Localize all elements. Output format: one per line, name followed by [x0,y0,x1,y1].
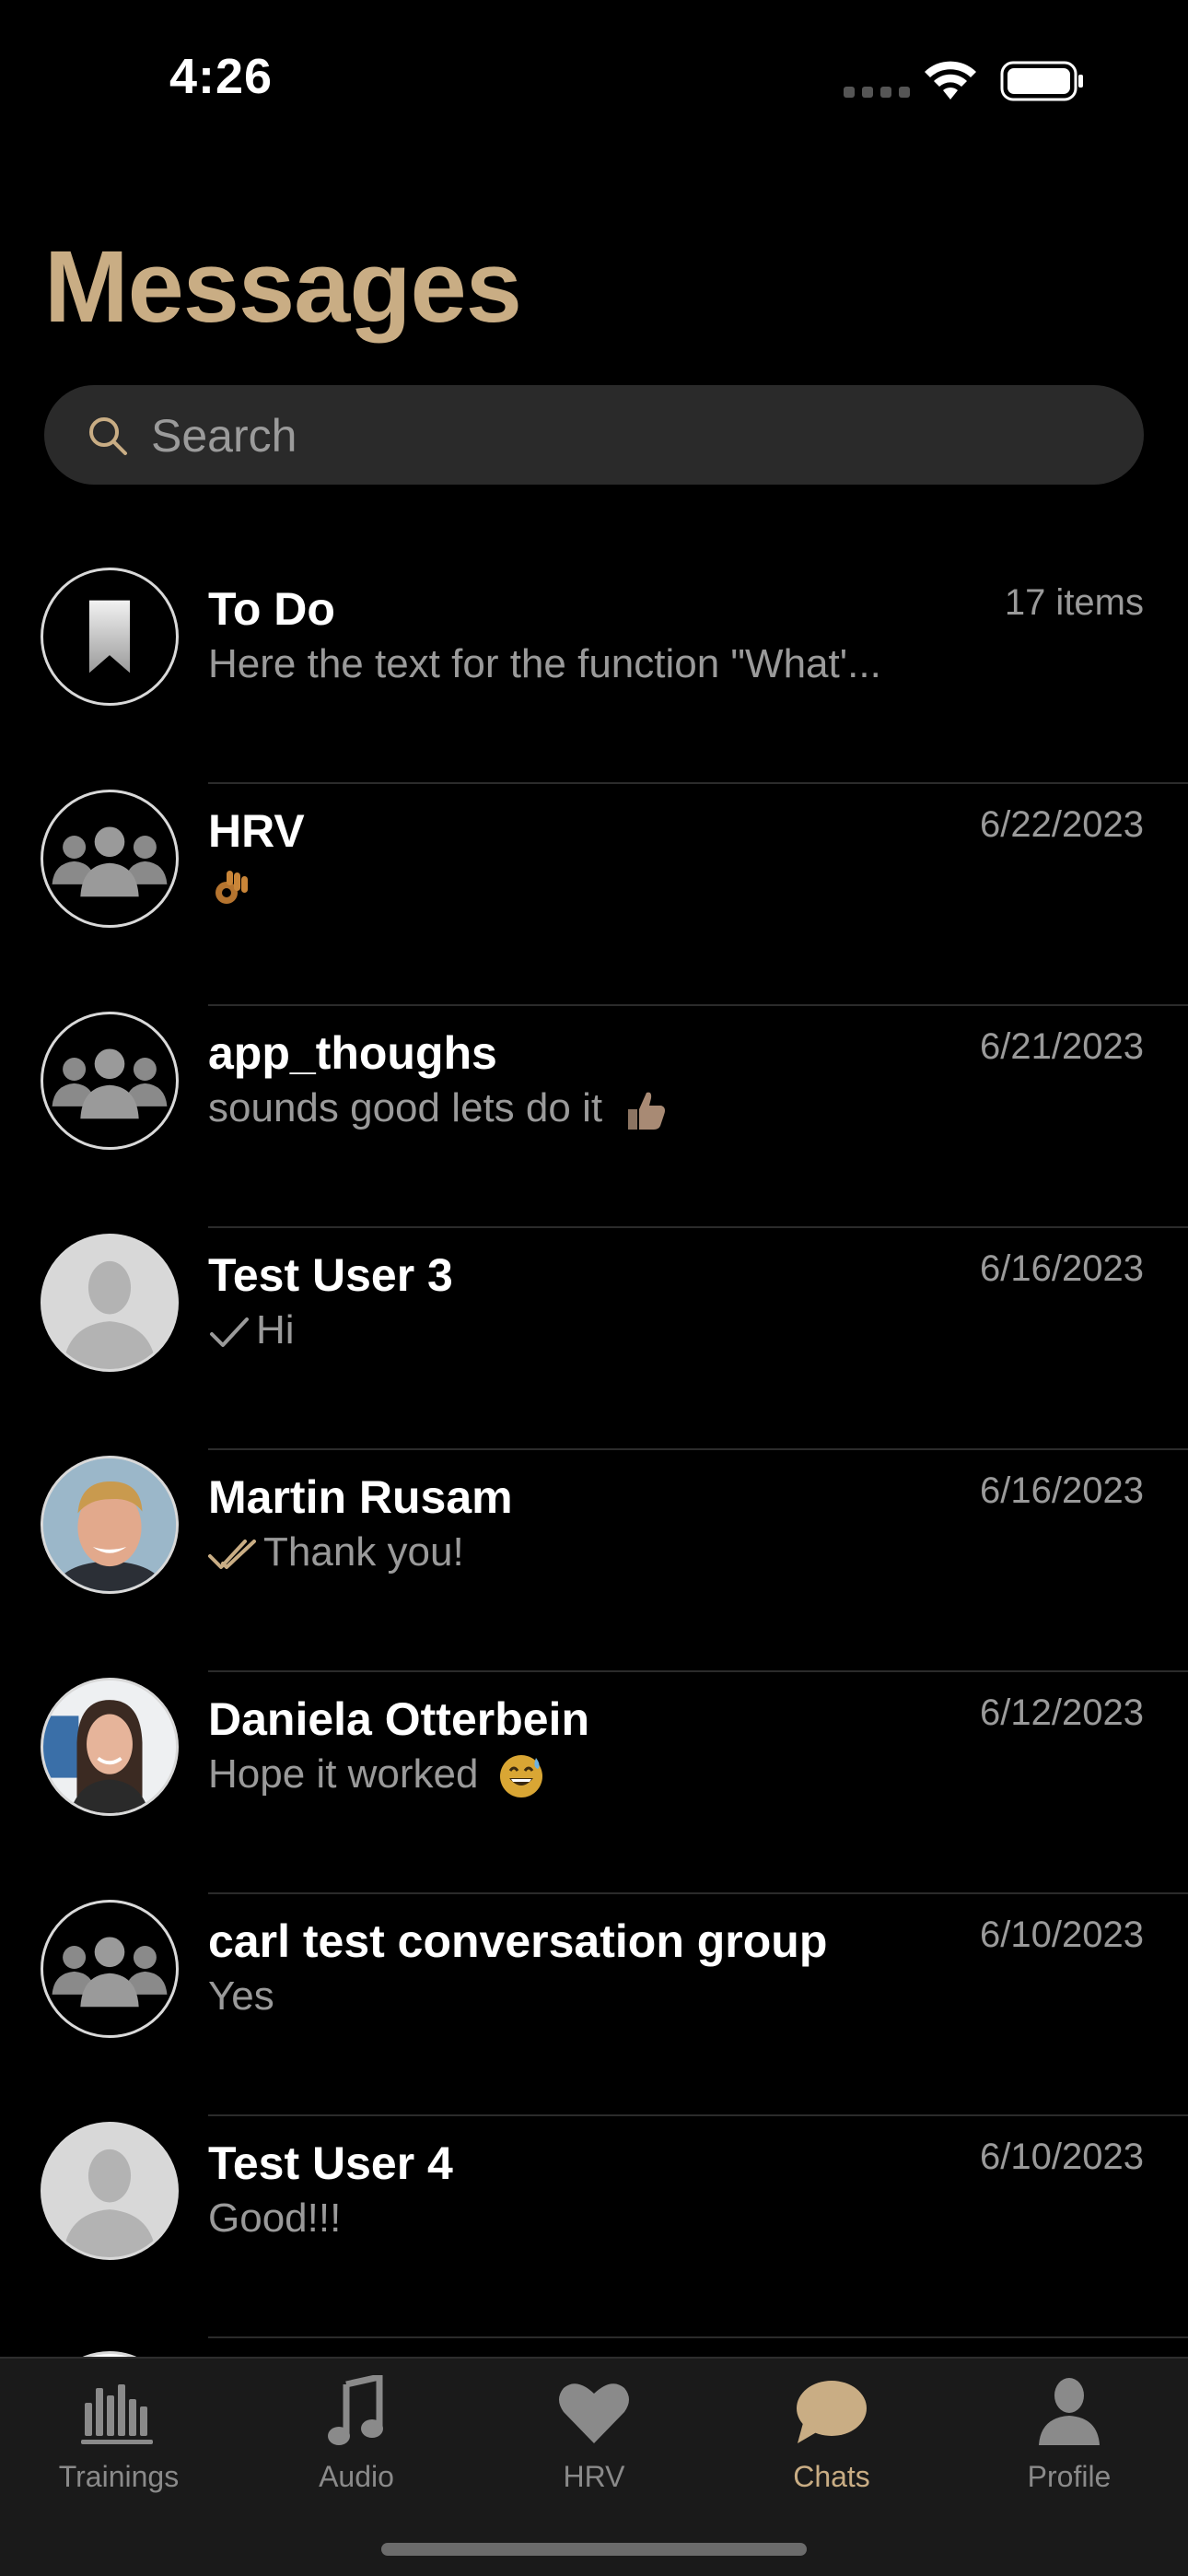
read-double-check-icon [208,1540,256,1570]
chat-row-hrv[interactable]: HRV 6/22/2023 [0,784,1188,1006]
chat-name: app_thoughs [208,1027,497,1079]
search-icon [89,417,127,455]
chat-name: HRV [208,805,305,857]
chat-preview: Hi [208,1307,295,1353]
status-bar: 4:26 [0,0,1188,157]
chat-row-to-do[interactable]: To Do Here the text for the function "Wh… [0,562,1188,784]
bookmark-icon [41,568,179,706]
chat-name: Test User 3 [208,1249,453,1301]
tab-label: Profile [1027,2460,1112,2493]
chat-preview-text: sounds good lets do it [208,1085,603,1130]
chat-name: Martin Rusam [208,1471,513,1523]
chat-row-app-thoughs[interactable]: app_thoughs sounds good lets do it 6/21/… [0,1006,1188,1228]
group-icon [41,1900,179,2038]
tab-audio[interactable]: Audio [238,2375,475,2513]
chat-name: carl test conversation group [208,1915,828,1967]
chat-date: 6/16/2023 [980,1248,1144,1289]
tab-trainings[interactable]: Trainings [0,2375,238,2513]
chat-row-daniela-otterbein[interactable]: Daniela Otterbein Hope it worked 6/12/20… [0,1672,1188,1894]
chat-date: 6/22/2023 [980,804,1144,845]
ok-hand-emoji [215,871,248,905]
avatar [41,1456,179,1594]
tab-label: Chats [793,2460,870,2493]
group-icon [41,1012,179,1150]
tab-label: HRV [563,2460,625,2493]
tab-profile[interactable]: Profile [950,2375,1188,2513]
thumbs-up-emoji [628,1092,666,1130]
tab-chats[interactable]: Chats [713,2375,950,2513]
chat-preview: Hope it worked [208,1751,545,1800]
chat-preview: Here the text for the function "What'... [208,641,881,686]
cellular-signal-icon [844,87,910,98]
chat-date: 6/10/2023 [980,2137,1144,2177]
wifi-icon [925,61,976,100]
chat-name: To Do [208,583,335,635]
divider [208,2336,1188,2338]
messages-screen: 4:26 Messages Search To Do Here the text… [0,0,1188,2576]
person-placeholder-icon [41,1234,179,1372]
search-bar[interactable] [44,385,1144,486]
sweat-smile-emoji [499,1755,542,1798]
search-input[interactable] [149,385,1111,486]
status-time: 4:26 [169,49,274,104]
page-title: Messages [44,230,522,344]
sent-check-icon [210,1317,249,1348]
person-placeholder-icon [41,2122,179,2260]
tab-label: Audio [319,2460,394,2493]
tab-hrv[interactable]: HRV [475,2375,713,2513]
chat-preview [208,863,254,911]
group-icon [41,790,179,928]
heart-icon [559,2383,629,2443]
chat-preview: sounds good lets do it [208,1085,670,1135]
avatar [41,1678,179,1816]
home-indicator [381,2543,807,2556]
chat-date: 6/21/2023 [980,1026,1144,1067]
chat-row-martin-rusam[interactable]: Martin Rusam Thank you! 6/16/2023 [0,1450,1188,1672]
tab-label: Trainings [58,2460,180,2493]
person-icon [1039,2378,1100,2445]
chat-row-test-user-3[interactable]: Test User 3 Hi 6/16/2023 [0,1228,1188,1450]
bars-icon [81,2384,153,2444]
chat-preview: Thank you! [208,1529,464,1575]
chat-date: 6/16/2023 [980,1470,1144,1511]
chat-preview-text: Thank you! [263,1529,464,1575]
chat-preview-text: Hi [256,1307,295,1352]
chat-preview-text: Hope it worked [208,1751,479,1797]
chat-date: 6/10/2023 [980,1914,1144,1955]
chat-row-carl-test-conversation-group[interactable]: carl test conversation group Yes 6/10/20… [0,1894,1188,2116]
chat-date: 6/12/2023 [980,1692,1144,1733]
battery-icon [1000,61,1083,101]
chat-row-test-user-4[interactable]: Test User 4 Good!!! 6/10/2023 [0,2116,1188,2338]
chat-name: Daniela Otterbein [208,1693,589,1745]
chat-name: Test User 4 [208,2137,453,2189]
chat-bubble-icon [797,2381,867,2443]
music-note-icon [328,2375,383,2445]
chat-date: 17 items [1004,582,1144,623]
chat-preview: Good!!! [208,2195,342,2241]
chat-preview: Yes [208,1973,274,2019]
